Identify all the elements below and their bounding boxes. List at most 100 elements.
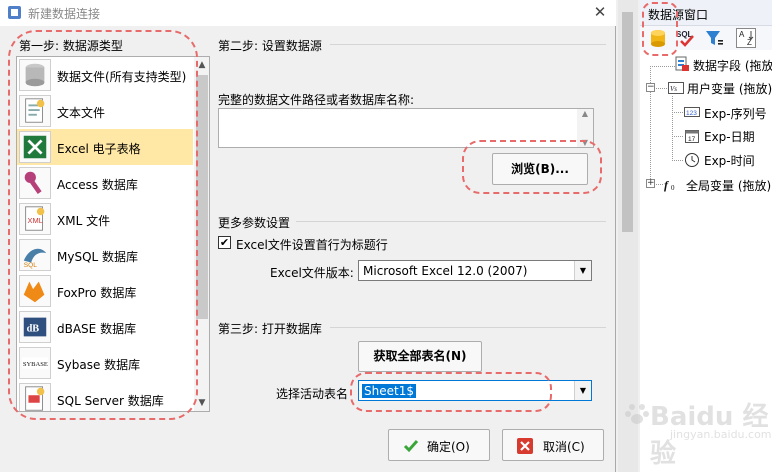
new-data-connection-dialog: 新建数据连接 ✕ 第一步: 数据源类型 数据文件(所有支持类型) 文本文件 Exce… — [0, 0, 616, 472]
datasource-item-label: Excel 电子表格 — [57, 142, 141, 156]
tree-guide — [656, 88, 668, 89]
xml-file-icon: XML — [19, 203, 51, 235]
datasource-item[interactable]: 数据文件(所有支持类型) — [17, 57, 193, 93]
datasource-item-label: FoxPro 数据库 — [57, 286, 137, 300]
datasource-item[interactable]: SYBASE Sybase 数据库 — [17, 345, 193, 381]
datasource-item[interactable]: SQL Server 数据库 — [17, 381, 193, 411]
ok-button[interactable]: 确定(O) — [388, 429, 490, 461]
mysql-icon: SQL — [19, 239, 51, 271]
scroll-up-arrow-icon[interactable]: ▲ — [577, 109, 593, 118]
step2-label: 第二步: 设置数据源 — [218, 39, 322, 53]
path-label: 完整的数据文件路径或者数据库名称: — [218, 93, 415, 107]
calendar-icon: 17 — [685, 130, 699, 143]
checkmark-icon — [403, 440, 419, 453]
foxpro-icon — [19, 275, 51, 307]
cancel-button[interactable]: 取消(C) — [502, 429, 604, 461]
path-textarea[interactable] — [219, 109, 577, 147]
svg-text:dB: dB — [27, 324, 40, 335]
dbase-icon: dB — [19, 311, 51, 343]
datasource-item-label: dBASE 数据库 — [57, 322, 137, 336]
first-row-header-label: Excel文件设置首行为标题行 — [236, 238, 388, 252]
tree-exp-time[interactable]: Exp-时间 — [704, 152, 755, 169]
datasource-item-label: 文本文件 — [57, 106, 106, 120]
scroll-up-arrow-icon[interactable]: ▲ — [194, 57, 209, 73]
excel-version-value: Microsoft Excel 12.0 (2007) — [363, 264, 528, 278]
tree-global-vars[interactable]: 全局变量 (拖放) — [686, 177, 771, 194]
collapse-icon[interactable]: − — [646, 83, 655, 92]
close-button[interactable]: ✕ — [588, 2, 612, 22]
first-row-header-checkbox[interactable]: ✔ — [218, 236, 231, 249]
path-input[interactable]: ▲ ▼ — [218, 108, 594, 148]
group-divider — [330, 44, 606, 45]
path-scrollbar[interactable]: ▲ ▼ — [577, 109, 593, 147]
panel-header: 数据源窗口 — [640, 0, 772, 26]
step1-label: 第一步: 数据源类型 — [19, 39, 123, 53]
tree-user-vars[interactable]: 用户变量 (拖放) — [687, 80, 772, 97]
tree-exp-serial[interactable]: Exp-序列号 — [704, 105, 767, 122]
tree-guide — [672, 112, 684, 113]
baidu-watermark: Baidu 经验 jingyan.baidu.com — [600, 394, 772, 469]
datasource-item-label: XML 文件 — [57, 214, 111, 228]
svg-text:f: f — [664, 178, 669, 192]
datasource-item[interactable]: dB dBASE 数据库 — [17, 309, 193, 345]
sqlserver-icon — [19, 383, 51, 411]
browse-button[interactable]: 浏览(B)... — [492, 153, 588, 185]
datasource-item-label: 数据文件(所有支持类型) — [57, 70, 187, 84]
group-divider — [330, 327, 606, 328]
datasource-item-label: Access 数据库 — [57, 178, 138, 192]
datasource-item[interactable]: FoxPro 数据库 — [17, 273, 193, 309]
datasource-item[interactable]: Access 数据库 — [17, 165, 193, 201]
filter-icon[interactable] — [704, 28, 724, 48]
expand-icon[interactable]: + — [646, 179, 655, 188]
tree-guide — [650, 66, 676, 67]
datasource-item[interactable]: Excel 电子表格 — [17, 129, 193, 165]
data-fields-icon — [675, 56, 689, 71]
scroll-thumb[interactable] — [622, 12, 633, 232]
list-scrollbar[interactable]: ▲ ▼ — [194, 57, 209, 411]
scroll-thumb[interactable] — [196, 75, 208, 319]
database-icon[interactable] — [648, 28, 668, 48]
tree-guide — [656, 184, 664, 185]
step3-label: 第三步: 打开数据库 — [218, 322, 322, 336]
tree-guide — [672, 96, 673, 160]
datasource-item-label: SQL Server 数据库 — [57, 394, 164, 408]
get-all-tables-button[interactable]: 获取全部表名(N) — [358, 341, 482, 372]
svg-text:SQL: SQL — [24, 262, 37, 269]
active-table-value: Sheet1$ — [362, 384, 416, 398]
watermark-url: jingyan.baidu.com — [670, 428, 772, 441]
serial-number-icon: 123 — [684, 107, 700, 117]
database-files-icon — [19, 59, 51, 91]
sql-check-icon[interactable]: SQL — [676, 28, 696, 48]
svg-text:XML: XML — [28, 216, 43, 225]
panel-toolbar: SQL A Z — [640, 26, 772, 50]
chevron-down-icon[interactable]: ▼ — [574, 381, 591, 400]
svg-text:Vs: Vs — [670, 85, 677, 93]
datasource-item[interactable]: 文本文件 — [17, 93, 193, 129]
tree-data-fields[interactable]: 数据字段 (拖放) — [693, 57, 772, 74]
chevron-down-icon[interactable]: ▼ — [574, 261, 591, 280]
sybase-icon: SYBASE — [19, 347, 51, 379]
app-icon — [8, 6, 21, 19]
datasource-item[interactable]: SQL MySQL 数据库 — [17, 237, 193, 273]
excel-version-select[interactable]: Microsoft Excel 12.0 (2007) ▼ — [358, 260, 592, 281]
svg-text:17: 17 — [688, 136, 696, 143]
access-key-icon — [19, 167, 51, 199]
svg-text:A: A — [739, 30, 745, 39]
sort-az-icon[interactable]: A Z — [736, 28, 756, 48]
panel-title: 数据源窗口 — [648, 8, 709, 22]
more-params-label: 更多参数设置 — [218, 216, 291, 230]
active-table-select[interactable]: Sheet1$ ▼ — [358, 380, 592, 401]
cancel-x-icon — [517, 438, 533, 454]
clock-icon — [685, 153, 699, 167]
datasource-type-list[interactable]: 数据文件(所有支持类型) 文本文件 Excel 电子表格 Access 数据库 XML X… — [16, 56, 210, 412]
tree-exp-date[interactable]: Exp-日期 — [704, 128, 755, 145]
datasource-item[interactable]: XML XML 文件 — [17, 201, 193, 237]
svg-text:0: 0 — [671, 184, 675, 192]
excel-version-label: Excel文件版本: — [270, 266, 354, 280]
datasource-item-label: Sybase 数据库 — [57, 358, 141, 372]
baidu-paw-icon — [625, 404, 649, 424]
scroll-down-arrow-icon[interactable]: ▼ — [577, 138, 593, 147]
group-divider — [296, 221, 606, 222]
global-variable-icon: f 0 — [664, 178, 675, 192]
scroll-down-arrow-icon[interactable]: ▼ — [194, 395, 209, 411]
